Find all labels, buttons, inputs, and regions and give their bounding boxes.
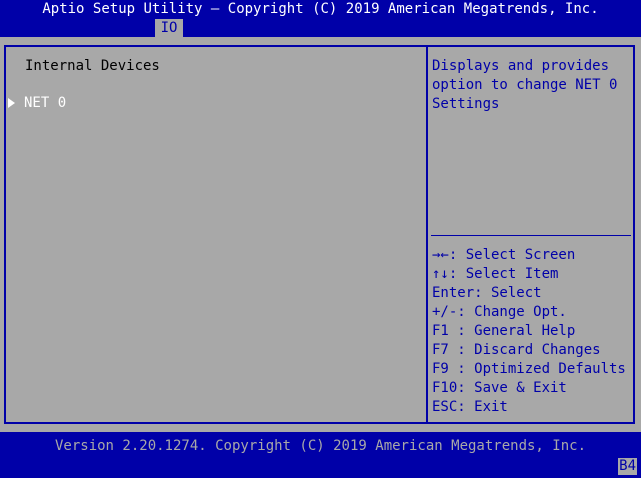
key-hint: ESC: Exit <box>432 399 508 415</box>
version-text: Version 2.20.1274. Copyright (C) 2019 Am… <box>54 438 586 454</box>
post-code-badge: B4 <box>618 458 637 475</box>
panel-divider <box>426 45 428 424</box>
submenu-arrow-icon <box>8 98 15 108</box>
tab-strip: IO <box>0 19 641 37</box>
help-description: Displays and provides option to change N… <box>432 58 626 112</box>
key-hint: ↑↓: Select Item <box>432 266 559 282</box>
key-legend: →←: Select Screen ↑↓: Select Item Enter:… <box>432 246 632 417</box>
main-panel: Internal Devices NET 0 Displays and prov… <box>0 37 641 432</box>
key-hint: →←: Select Screen <box>432 247 576 263</box>
key-hint: F9 : Optimized Defaults <box>432 361 626 377</box>
title-bar: Aptio Setup Utility – Copyright (C) 2019… <box>0 0 641 19</box>
key-hint: +/-: Change Opt. <box>432 304 567 320</box>
help-separator <box>431 235 631 236</box>
key-hint: Enter: Select <box>432 285 542 301</box>
tab-io[interactable]: IO <box>155 19 183 37</box>
section-heading: Internal Devices <box>25 58 160 74</box>
key-hint: F7 : Discard Changes <box>432 342 601 358</box>
key-hint: F1 : General Help <box>432 323 576 339</box>
menu-item-net0[interactable]: NET 0 <box>24 94 66 113</box>
footer: Version 2.20.1274. Copyright (C) 2019 Am… <box>0 432 641 478</box>
key-hint: F10: Save & Exit <box>432 380 567 396</box>
